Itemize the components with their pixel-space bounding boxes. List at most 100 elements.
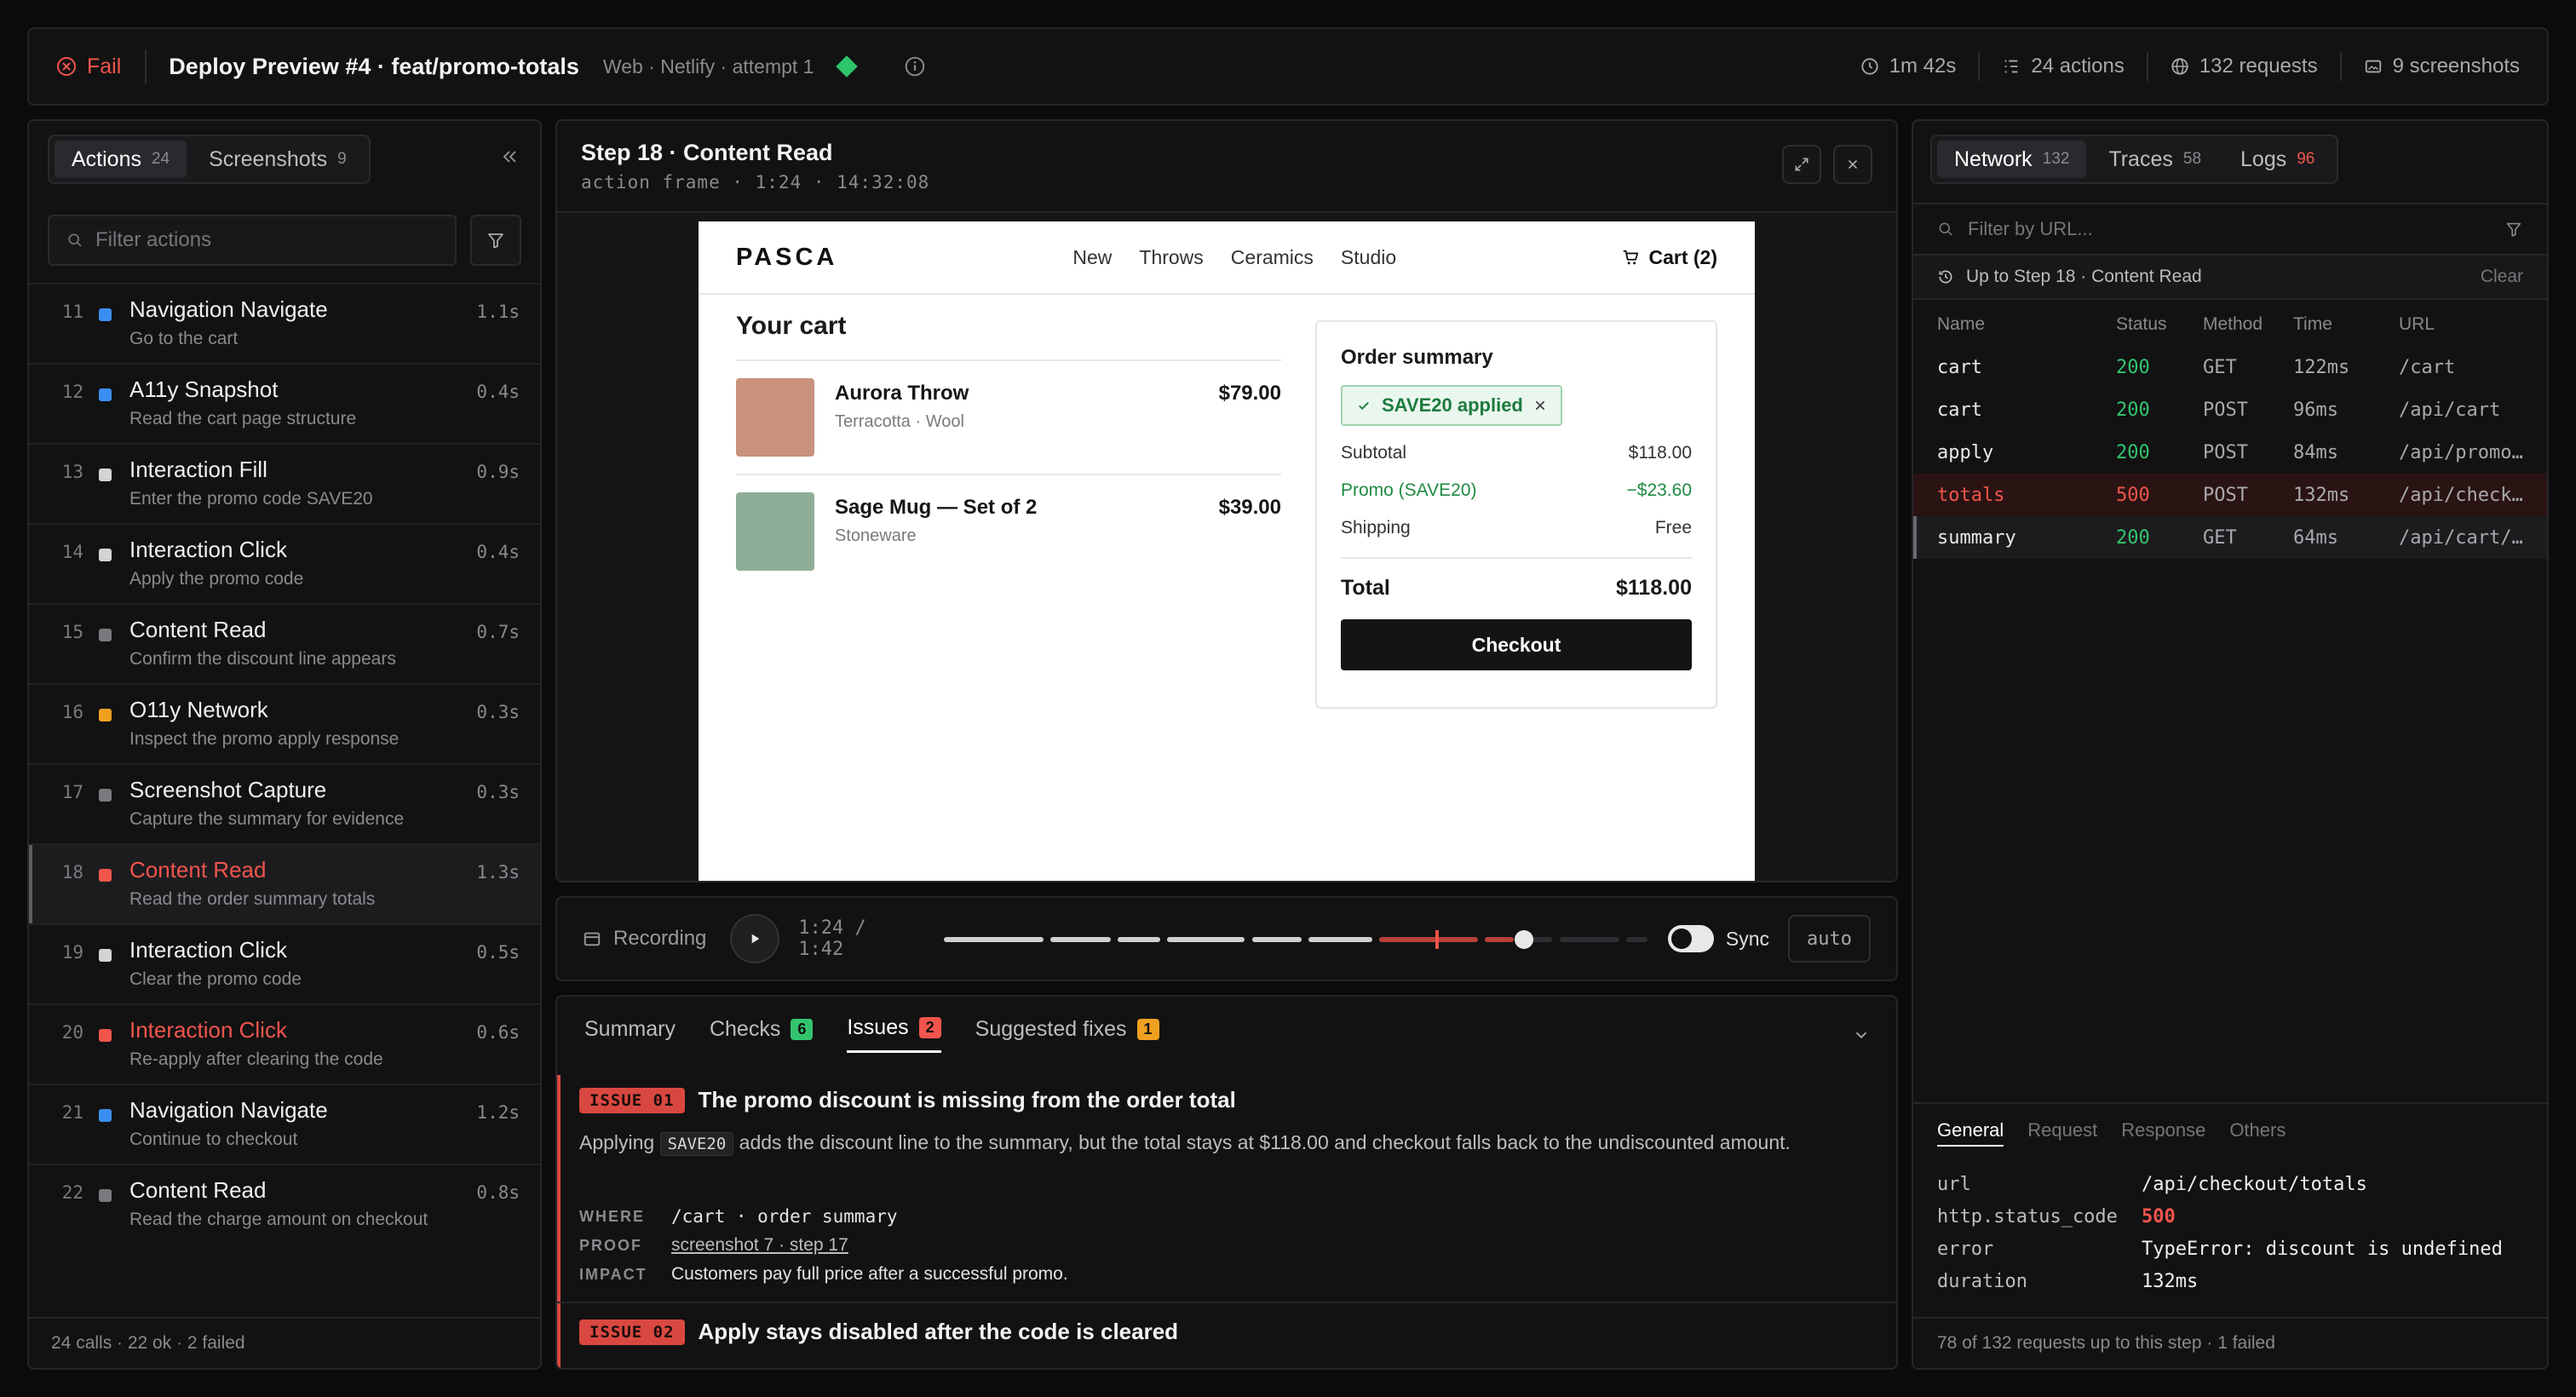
action-item[interactable]: 19 Interaction Click Clear the promo code 0… (29, 923, 540, 1003)
action-item[interactable]: 14 Interaction Click Apply the promo code 0… (29, 523, 540, 603)
timeline-segment[interactable] (1166, 937, 1245, 942)
timeline-segment[interactable] (1308, 937, 1372, 942)
total-label: Total (1341, 576, 1390, 600)
request-row[interactable]: summary 200 GET 64ms/api/cart/… (1913, 516, 2547, 559)
issue-card[interactable]: ISSUE 01 The promo discount is missing f… (557, 1075, 1896, 1302)
action-description: Read the cart page structure (129, 409, 357, 428)
tab-network[interactable]: Network 132 (1937, 141, 2087, 178)
issue-card[interactable]: ISSUE 02 Apply stays disabled after the … (557, 1303, 1896, 1368)
action-item[interactable]: 12 A11y Snapshot Read the cart page struct… (29, 363, 540, 443)
action-duration: 1.3s (476, 862, 520, 882)
timeline-segment[interactable] (1626, 937, 1648, 942)
tab-response[interactable]: Response (2121, 1119, 2205, 1147)
request-time: 96ms (2293, 400, 2338, 421)
funnel-icon[interactable] (2504, 220, 2523, 239)
request-row[interactable]: cart 200 GET 122ms/cart (1913, 346, 2547, 388)
request-row[interactable]: cart 200 POST 96ms/api/cart (1913, 388, 2547, 431)
remove-promo-icon[interactable] (1533, 399, 1547, 412)
request-row[interactable]: apply 200 POST 84ms/api/promo… (1913, 431, 2547, 474)
tab-general[interactable]: General (1937, 1119, 2004, 1147)
recording-label: Recording (583, 927, 706, 951)
column-header[interactable]: URL (2399, 314, 2535, 335)
promo-code-chip: SAVE20 (659, 1132, 734, 1156)
timeline-segment[interactable] (944, 937, 1044, 942)
url-filter-input[interactable]: Filter by URL... (1913, 203, 2547, 254)
clear-button[interactable]: Clear (2481, 267, 2523, 287)
action-list: 11 Navigation Navigate Go to the cart 1.1s 1… (29, 283, 540, 1244)
detail-key: error (1937, 1239, 1994, 1260)
filter-actions-input[interactable]: Filter actions (48, 215, 457, 266)
timeline-segment[interactable] (1251, 937, 1302, 942)
shop-link-studio[interactable]: Studio (1341, 246, 1396, 269)
action-type-indicator (99, 1109, 112, 1122)
detail-tabs: General Request Response Others (1937, 1119, 2286, 1147)
timeline-segment[interactable] (1049, 937, 1111, 942)
action-index: 22 (61, 1182, 83, 1203)
shop-link-throws[interactable]: Throws (1139, 246, 1203, 269)
timeline-segment[interactable] (1559, 937, 1620, 942)
filter-button[interactable] (470, 215, 521, 266)
search-icon (66, 232, 83, 249)
tab-actions[interactable]: Actions 24 (55, 141, 187, 178)
action-type-indicator (99, 629, 112, 641)
cart-link[interactable]: Cart (2) (1621, 246, 1717, 269)
action-item[interactable]: 22 Content Read Read the charge amount on … (29, 1164, 540, 1244)
auto-button[interactable]: auto (1788, 915, 1871, 963)
action-item[interactable]: 18 Content Read Read the order summary tot… (29, 843, 540, 923)
toggle-switch[interactable] (1667, 925, 1714, 952)
chevron-down-icon[interactable] (1852, 1026, 1871, 1044)
cart-icon (1621, 248, 1640, 267)
detail-value: 132ms (2142, 1271, 2199, 1292)
timeline-segment[interactable] (1378, 937, 1479, 942)
timeline-scrubber[interactable] (944, 922, 1648, 956)
column-header[interactable]: Status (2116, 314, 2167, 335)
sync-toggle[interactable]: Sync (1667, 925, 1770, 952)
tab-screenshots[interactable]: Screenshots 9 (192, 141, 364, 178)
proof-link[interactable]: screenshot 7 · step 17 (671, 1235, 848, 1256)
tab-logs[interactable]: Logs 96 (2223, 141, 2332, 178)
action-item[interactable]: 13 Interaction Fill Enter the promo code S… (29, 443, 540, 523)
action-duration: 0.9s (476, 462, 520, 482)
column-header[interactable]: Method (2203, 314, 2263, 335)
action-item[interactable]: 16 O11y Network Inspect the promo apply re… (29, 683, 540, 763)
action-item[interactable]: 17 Screenshot Capture Capture the summary … (29, 763, 540, 843)
issue-description: Applying SAVE20 adds the discount line t… (579, 1126, 1840, 1160)
tab-checks[interactable]: Checks 6 (710, 1015, 814, 1053)
shop-link-new[interactable]: New (1072, 246, 1112, 269)
timeline-segment[interactable] (1485, 937, 1514, 942)
sync-label: Sync (1725, 927, 1770, 950)
action-title: Interaction Click (129, 537, 287, 562)
tab-request[interactable]: Request (2027, 1119, 2097, 1147)
action-item[interactable]: 11 Navigation Navigate Go to the cart 1.1s (29, 283, 540, 363)
request-method: POST (2203, 442, 2248, 463)
cart-section: Your cart Aurora Throw Terracotta · Wool… (736, 312, 1281, 588)
tab-summary[interactable]: Summary (584, 1015, 676, 1053)
tab-traces[interactable]: Traces 58 (2091, 141, 2218, 178)
column-header[interactable]: Name (1937, 314, 1985, 335)
expand-button[interactable] (1782, 145, 1821, 184)
scrubber-handle[interactable] (1515, 930, 1534, 949)
action-item[interactable]: 20 Interaction Click Re-apply after cleari… (29, 1003, 540, 1084)
action-type-indicator (99, 789, 112, 802)
play-button[interactable] (730, 914, 780, 963)
tab-suggested-fixes[interactable]: Suggested fixes 1 (975, 1015, 1159, 1053)
action-item[interactable]: 15 Content Read Confirm the discount line … (29, 603, 540, 683)
action-item[interactable]: 21 Navigation Navigate Continue to checkou… (29, 1084, 540, 1164)
request-status: 200 (2116, 442, 2150, 463)
item-price: $79.00 (1218, 382, 1281, 405)
timeline-segment[interactable] (1117, 937, 1160, 942)
request-url: /api/promo… (2399, 442, 2523, 463)
request-name: cart (1937, 400, 1982, 421)
request-url: /api/check… (2399, 485, 2523, 506)
request-row[interactable]: totals 500 POST 132ms/api/check… (1913, 474, 2547, 516)
checkout-button[interactable]: Checkout (1341, 619, 1692, 670)
tab-issues[interactable]: Issues 2 (847, 1015, 941, 1053)
action-index: 12 (61, 382, 83, 402)
tab-others[interactable]: Others (2229, 1119, 2286, 1147)
info-icon[interactable] (904, 55, 926, 78)
item-variant: Stoneware (835, 526, 917, 545)
collapse-panel-icon[interactable] (499, 147, 520, 167)
close-button[interactable] (1833, 145, 1872, 184)
shop-link-ceramics[interactable]: Ceramics (1231, 246, 1314, 269)
column-header[interactable]: Time (2293, 314, 2332, 335)
